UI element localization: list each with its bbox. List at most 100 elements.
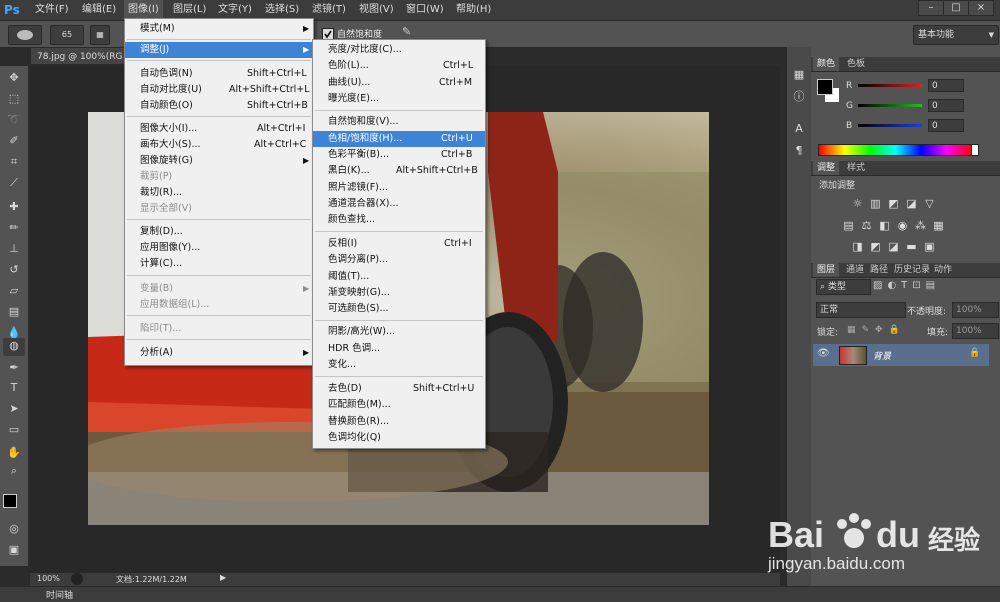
path-selection-tool-icon[interactable]: ➤ [5, 401, 23, 417]
fg-color-swatch[interactable] [817, 79, 833, 95]
tab-color[interactable]: 颜色 [813, 57, 840, 71]
workspace-select[interactable]: 基本功能 ▼ [913, 25, 999, 45]
blend-mode-select[interactable]: 正常 [816, 302, 906, 318]
posterize-icon[interactable]: ◩ [869, 240, 882, 253]
menu-item-vibrance[interactable]: 自然饱和度(V)... [313, 114, 485, 130]
screen-mode-icon[interactable]: ▣ [5, 542, 23, 558]
menu-window[interactable]: 窗口(W) [402, 0, 448, 20]
menu-layer[interactable]: 图层(L) [169, 0, 210, 20]
selective-color-icon[interactable]: ▣ [923, 240, 936, 253]
menu-item-variables[interactable]: 变量(B) ▶ [125, 281, 313, 297]
eyedropper-tool-icon[interactable]: ⟋ [5, 175, 23, 191]
menu-item-photo-filter[interactable]: 照片滤镜(F)... [313, 180, 485, 196]
white-swatch[interactable] [971, 144, 979, 156]
info-panel-icon[interactable]: ⓘ [791, 89, 807, 105]
menu-item-auto-tone[interactable]: 自动色调(N) Shift+Ctrl+L [125, 66, 313, 82]
close-button[interactable]: × [968, 0, 994, 16]
menu-item-black-white[interactable]: 黑白(K)... Alt+Shift+Ctrl+B [313, 163, 485, 179]
menu-item-posterize[interactable]: 色调分离(P)... [313, 252, 485, 268]
tab-history[interactable]: 历史记录 [890, 263, 934, 277]
menu-item-adjustments[interactable]: 调整(J) ▶ [125, 42, 313, 58]
menu-help[interactable]: 帮助(H) [452, 0, 495, 20]
menu-image[interactable]: 图像(I) [124, 0, 163, 20]
minimize-button[interactable]: – [918, 0, 944, 16]
menu-item-invert[interactable]: 反相(I) Ctrl+I [313, 236, 485, 252]
menu-file[interactable]: 文件(F) [31, 0, 73, 20]
menu-item-exposure[interactable]: 曝光度(E)... [313, 91, 485, 107]
menu-item-hue-saturation[interactable]: 色相/饱和度(H)... Ctrl+U [313, 131, 485, 147]
menu-item-selective-color[interactable]: 可选颜色(S)... [313, 301, 485, 317]
menu-item-auto-color[interactable]: 自动颜色(O) Shift+Ctrl+B [125, 98, 313, 114]
layer-filter-select[interactable]: ⌕ 类型 [816, 279, 871, 295]
blue-value[interactable]: 0 [928, 119, 964, 132]
stamp-tool-icon[interactable]: ⊥ [5, 241, 23, 257]
marquee-tool-icon[interactable]: ⬚ [5, 91, 23, 107]
channel-mixer-icon[interactable]: ⁂ [914, 219, 927, 232]
menu-type[interactable]: 文字(Y) [214, 0, 256, 20]
menu-item-replace-color[interactable]: 替换颜色(R)... [313, 414, 485, 430]
vibrance-icon[interactable]: ▽ [923, 197, 936, 210]
healing-brush-tool-icon[interactable]: ✚ [5, 199, 23, 215]
menu-item-apply-image[interactable]: 应用图像(Y)... [125, 240, 313, 256]
history-panel-icon[interactable]: ▦ [791, 67, 807, 83]
paragraph-panel-icon[interactable]: ¶ [791, 143, 807, 159]
menu-item-auto-contrast[interactable]: 自动对比度(U) Alt+Shift+Ctrl+L [125, 82, 313, 98]
menu-item-hdr-toning[interactable]: HDR 色调... [313, 341, 485, 357]
history-brush-tool-icon[interactable]: ↺ [5, 262, 23, 278]
menu-item-trim[interactable]: 裁切(R)... [125, 185, 313, 201]
menu-item-reveal-all[interactable]: 显示全部(V) [125, 201, 313, 217]
menu-item-canvas-size[interactable]: 画布大小(S)... Alt+Ctrl+C [125, 137, 313, 153]
menu-item-match-color[interactable]: 匹配颜色(M)... [313, 397, 485, 413]
timeline-label[interactable]: 时间轴 [46, 588, 73, 601]
brush-tool-icon[interactable]: ✏ [5, 220, 23, 236]
rectangle-tool-icon[interactable]: ▭ [5, 422, 23, 438]
photo-filter-icon[interactable]: ◉ [896, 219, 909, 232]
menu-item-color-balance[interactable]: 色彩平衡(B)... Ctrl+B [313, 147, 485, 163]
hand-tool-icon[interactable]: ✋ [5, 445, 23, 461]
menu-item-crop[interactable]: 裁剪(P) [125, 169, 313, 185]
tab-channels[interactable]: 通道 [842, 263, 868, 277]
layer-row-background[interactable]: 👁 背景 🔒 [813, 344, 989, 366]
menu-item-gradient-map[interactable]: 渐变映射(G)... [313, 285, 485, 301]
tab-swatches[interactable]: 色板 [843, 57, 869, 71]
tab-styles[interactable]: 样式 [843, 161, 869, 175]
menu-item-apply-data-set[interactable]: 应用数据组(L)... [125, 297, 313, 313]
invert-icon[interactable]: ◨ [851, 240, 864, 253]
menu-filter[interactable]: 滤镜(T) [308, 0, 350, 20]
hue-saturation-icon[interactable]: ▤ [842, 219, 855, 232]
menu-edit[interactable]: 编辑(E) [78, 0, 120, 20]
levels-icon[interactable]: ▥ [869, 197, 882, 210]
move-tool-icon[interactable]: ✥ [5, 70, 23, 86]
maximize-button[interactable]: □ [943, 0, 969, 16]
lock-icons[interactable]: ▦✎✥🔒 [847, 325, 906, 335]
character-panel-icon[interactable]: A [791, 121, 807, 137]
tab-layers[interactable]: 图层 [813, 263, 840, 277]
brightness-icon[interactable]: ☼ [851, 197, 864, 210]
menu-item-variations[interactable]: 变化... [313, 357, 485, 373]
gradient-map-icon[interactable]: ▬ [905, 240, 918, 253]
foreground-color-swatch[interactable] [3, 494, 17, 508]
menu-select[interactable]: 选择(S) [261, 0, 303, 20]
menu-view[interactable]: 视图(V) [355, 0, 398, 20]
quick-mask-icon[interactable]: ◎ [5, 521, 23, 537]
menu-item-threshold[interactable]: 阈值(T)... [313, 269, 485, 285]
curves-icon[interactable]: ◩ [887, 197, 900, 210]
menu-item-mode[interactable]: 模式(M) ▶ [125, 21, 313, 37]
menu-item-brightness-contrast[interactable]: 亮度/对比度(C)... [313, 42, 485, 58]
color-ramp[interactable] [818, 144, 973, 156]
layer-filter-icons[interactable]: ▨◐T⊡▤ [873, 280, 940, 291]
brush-size-picker[interactable]: 65 [50, 25, 84, 45]
menu-item-analysis[interactable]: 分析(A) ▶ [125, 345, 313, 361]
green-value[interactable]: 0 [928, 99, 964, 112]
menu-item-desaturate[interactable]: 去色(D) Shift+Ctrl+U [313, 381, 485, 397]
exposure-icon[interactable]: ◪ [905, 197, 918, 210]
threshold-icon[interactable]: ◪ [887, 240, 900, 253]
type-tool-icon[interactable]: T [5, 380, 23, 396]
brush-panel-toggle[interactable]: ▦ [90, 25, 110, 45]
opacity-value[interactable]: 100% [952, 302, 999, 318]
menu-item-curves[interactable]: 曲线(U)... Ctrl+M [313, 75, 485, 91]
green-slider[interactable] [858, 104, 922, 107]
eraser-tool-icon[interactable]: ▱ [5, 283, 23, 299]
red-value[interactable]: 0 [928, 79, 964, 92]
tab-adjustments[interactable]: 调整 [813, 161, 840, 175]
